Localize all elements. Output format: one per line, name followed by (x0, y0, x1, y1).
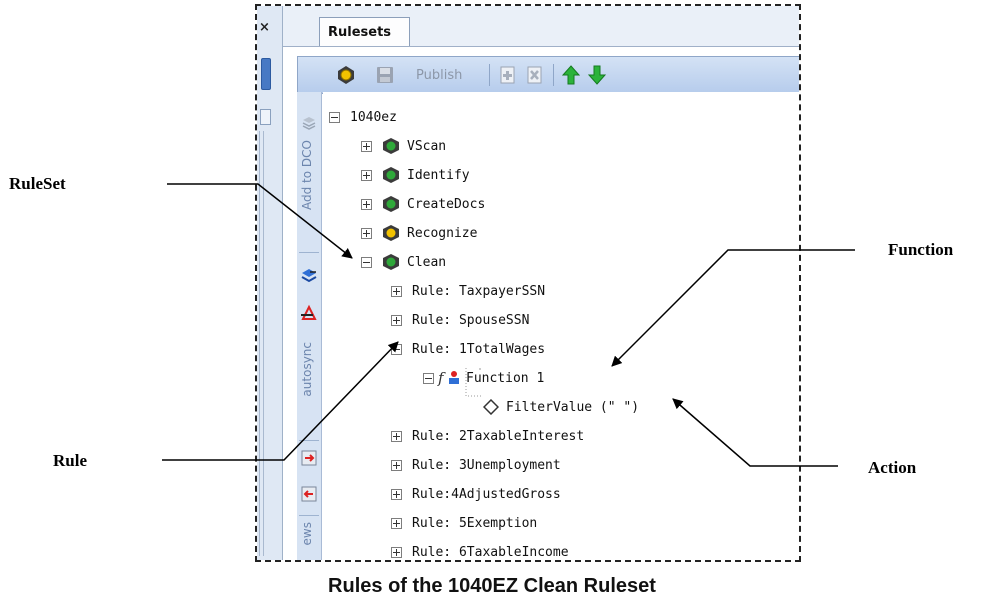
node-label: VScan (407, 138, 447, 154)
expand-toggle[interactable] (361, 227, 372, 239)
node-label: Rule: 3Unemployment (412, 457, 561, 473)
autosync-label[interactable]: autosync (300, 342, 314, 397)
expand-toggle[interactable] (391, 314, 402, 326)
ruleset-toolbar: Publish (297, 56, 799, 94)
left-dock-strip: × (257, 6, 283, 560)
ruleset-node-clean[interactable]: Clean (361, 251, 446, 273)
rule-node[interactable]: Rule: 5Exemption (391, 512, 537, 534)
ruleset-node[interactable]: CreateDocs (361, 193, 485, 215)
traffic-light-icon (383, 196, 399, 212)
ruleset-window: × Rulesets Publish Add to DCO autosync e… (255, 4, 801, 562)
node-label: Identify (407, 167, 470, 183)
collapse-toggle[interactable] (423, 372, 434, 384)
node-label: Rule: 6TaxableIncome (412, 544, 569, 560)
export-icon[interactable] (300, 449, 318, 467)
save-icon[interactable] (376, 65, 394, 85)
strip-separator (299, 252, 319, 253)
strip-separator (299, 440, 319, 441)
node-label: Rule: SpouseSSN (412, 312, 530, 328)
figure-caption: Rules of the 1040EZ Clean Ruleset (328, 575, 656, 597)
traffic-light-icon (383, 167, 399, 183)
rule-node[interactable]: Rule: SpouseSSN (391, 309, 529, 331)
triangle-arrow-icon[interactable] (300, 304, 318, 322)
ruleset-node[interactable]: VScan (361, 135, 446, 157)
node-label: Clean (407, 254, 447, 270)
node-label: FilterValue (" ") (506, 399, 640, 415)
expand-toggle[interactable] (361, 169, 372, 181)
toolbar-separator (553, 64, 554, 86)
close-icon[interactable]: × (259, 20, 270, 35)
tab-bar: Rulesets (283, 6, 799, 47)
traffic-light-icon (383, 138, 399, 154)
rule-node[interactable]: Rule: 6TaxableIncome (391, 541, 569, 560)
node-label: 1040ez (350, 109, 397, 125)
rule-callout-label: Rule (53, 451, 87, 470)
expand-toggle[interactable] (391, 285, 402, 297)
ruleset-callout-label: RuleSet (9, 174, 66, 193)
rule-node[interactable]: Rule:4AdjustedGross (391, 483, 561, 505)
dock-tab-box[interactable] (260, 109, 271, 125)
diamond-icon (483, 399, 499, 415)
rule-node[interactable]: Rule: 3Unemployment (391, 454, 561, 476)
expand-toggle[interactable] (391, 546, 402, 558)
action-node[interactable]: FilterValue (" ") (483, 396, 639, 418)
expand-toggle[interactable] (391, 488, 402, 500)
rule-node[interactable]: Rule: 2TaxableInterest (391, 425, 584, 447)
traffic-light-icon (383, 254, 399, 270)
dock-tab-indicator[interactable] (261, 58, 271, 90)
dock-scroll-lines (259, 131, 264, 556)
publish-button[interactable]: Publish (416, 65, 462, 85)
function-icon: f (437, 369, 459, 387)
node-label: Rule: 1TotalWages (412, 341, 546, 357)
delete-item-icon[interactable] (526, 65, 544, 85)
node-label: Rule:4AdjustedGross (412, 486, 561, 502)
node-label: Rule: TaxpayerSSN (412, 283, 546, 299)
node-label: Rule: 5Exemption (412, 515, 538, 531)
views-label[interactable]: ews (300, 522, 314, 545)
side-command-strip: Add to DCO autosync ews (297, 92, 322, 560)
sync-icon[interactable] (300, 266, 318, 284)
collapse-toggle[interactable] (391, 343, 402, 355)
svg-text:f: f (437, 369, 446, 387)
node-label: Recognize (407, 225, 478, 241)
expand-toggle[interactable] (361, 140, 372, 152)
action-callout-label: Action (868, 458, 917, 477)
rule-node[interactable]: Rule: TaxpayerSSN (391, 280, 545, 302)
expand-toggle[interactable] (361, 198, 372, 210)
collapse-toggle[interactable] (361, 256, 372, 268)
ruleset-tree: 1040ez VScan Identify CreateDocs Recogni… (323, 92, 799, 560)
expand-toggle[interactable] (391, 459, 402, 471)
add-to-dco-icon[interactable] (300, 114, 318, 132)
expand-toggle[interactable] (391, 430, 402, 442)
traffic-light-icon[interactable] (336, 65, 356, 85)
ruleset-node[interactable]: Identify (361, 164, 470, 186)
tree-node-root[interactable]: 1040ez (329, 106, 397, 128)
move-up-icon[interactable] (562, 65, 580, 85)
rule-node-expanded[interactable]: Rule: 1TotalWages (391, 338, 545, 360)
toolbar-separator (489, 64, 490, 86)
ruleset-node[interactable]: Recognize (361, 222, 477, 244)
import-icon[interactable] (300, 485, 318, 503)
collapse-toggle[interactable] (329, 111, 340, 123)
move-down-icon[interactable] (588, 65, 606, 85)
node-label: CreateDocs (407, 196, 486, 212)
tab-rulesets[interactable]: Rulesets (319, 17, 410, 46)
node-label: Rule: 2TaxableInterest (412, 428, 585, 444)
traffic-light-icon (383, 225, 399, 241)
add-item-icon[interactable] (499, 65, 517, 85)
function-node[interactable]: f Function 1 (423, 367, 544, 389)
node-label: Function 1 (466, 370, 545, 386)
expand-toggle[interactable] (391, 517, 402, 529)
strip-separator (299, 515, 319, 516)
add-to-dco-label[interactable]: Add to DCO (300, 140, 314, 210)
function-callout-label: Function (888, 240, 954, 259)
